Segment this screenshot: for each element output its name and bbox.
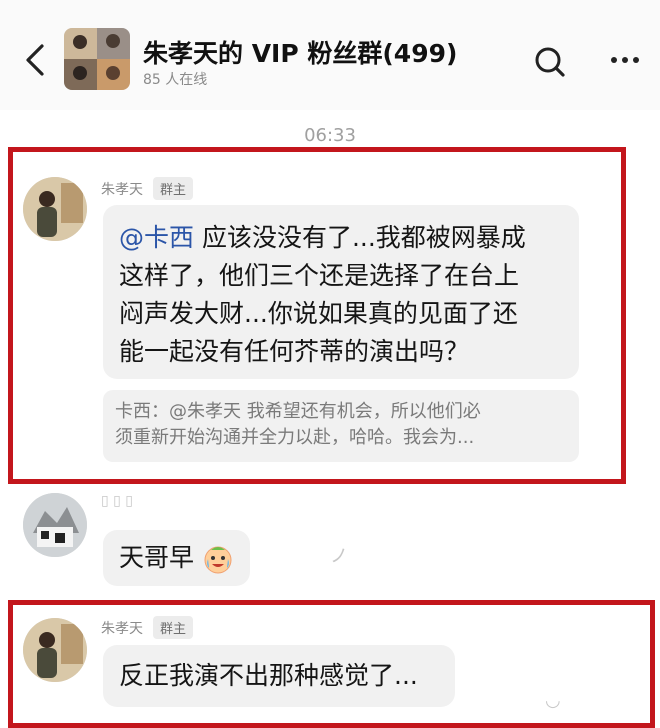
message-bubble[interactable]: 天哥早	[103, 530, 250, 586]
chat-area[interactable]: 06:33 朱孝天 群主 @卡西 应该没没有了...我都被网暴成 这样了，他们三…	[0, 110, 660, 728]
message-timestamp: 06:33	[304, 125, 356, 146]
group-avatar[interactable]	[64, 28, 130, 90]
quote-line: 须重新开始沟通并全力以赴，哈哈。我会为...	[115, 427, 475, 448]
crying-laughing-face-icon	[204, 546, 232, 574]
group-title: 朱孝天的 VIP 粉丝群(499)	[143, 39, 458, 68]
faint-mark: ◡	[545, 690, 561, 711]
quote-line: 卡西：@朱孝天 我希望还有机会，所以他们必	[115, 401, 481, 422]
mention-link[interactable]: @卡西	[119, 223, 194, 252]
message-line: 能一起没有任何芥蒂的演出吗？	[119, 337, 470, 366]
message-bubble[interactable]: @卡西 应该没没有了...我都被网暴成 这样了，他们三个还是选择了在台上 闷声发…	[103, 205, 579, 379]
message-text: 天哥早	[119, 543, 195, 572]
online-count: 85 人在线	[143, 72, 208, 88]
sender-row: 朱孝天 群主	[101, 616, 194, 639]
sender-name: 朱孝天	[101, 181, 143, 198]
message-text: 应该没没有了...我都被网暴成	[194, 223, 526, 252]
sender-row: 朱孝天 群主	[101, 177, 194, 200]
role-badge: 群主	[153, 177, 194, 200]
avatar[interactable]	[23, 618, 87, 682]
search-icon[interactable]	[530, 42, 570, 82]
message-bubble[interactable]: 反正我演不出那种感觉了...	[103, 645, 455, 707]
role-badge: 群主	[153, 616, 194, 639]
faint-mark: ノ	[330, 546, 348, 567]
more-dots-icon[interactable]	[605, 46, 645, 74]
message-text: 反正我演不出那种感觉了...	[119, 661, 418, 690]
avatar[interactable]	[23, 177, 87, 241]
message-line: @卡西 应该没没有了...我都被网暴成	[119, 219, 563, 257]
chevron-left-icon[interactable]	[18, 40, 52, 80]
sender-name-blurred: ▯ ▯ ▯	[101, 493, 134, 509]
message-line: 这样了，他们三个还是选择了在台上	[119, 261, 520, 290]
chat-header: 朱孝天的 VIP 粉丝群(499) 85 人在线	[0, 0, 660, 110]
sender-name: 朱孝天	[101, 620, 143, 637]
quoted-reply[interactable]: 卡西：@朱孝天 我希望还有机会，所以他们必 须重新开始沟通并全力以赴，哈哈。我会…	[103, 390, 579, 462]
avatar[interactable]	[23, 493, 87, 557]
message-line: 闷声发大财...你说如果真的见面了还	[119, 299, 518, 328]
